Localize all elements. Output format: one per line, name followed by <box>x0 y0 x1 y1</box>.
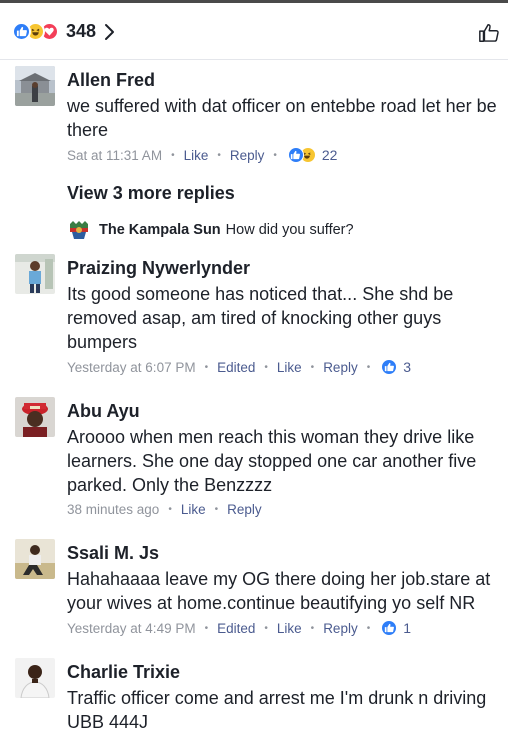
reaction-count: 1 <box>403 620 412 636</box>
edited-label[interactable]: Edited <box>217 621 255 636</box>
separator-dot: • <box>366 361 371 373</box>
comment-text: we suffered with dat officer on entebbe … <box>67 96 497 140</box>
reply-button[interactable]: Reply <box>227 502 262 517</box>
reactions-header: 348 <box>0 0 508 60</box>
avatar[interactable] <box>15 66 55 106</box>
comment-author[interactable]: Charlie Trixie <box>67 662 180 683</box>
reply-button[interactable]: Reply <box>230 148 265 163</box>
separator-dot: • <box>273 149 277 161</box>
reaction-count: 3 <box>403 359 412 375</box>
edited-label[interactable]: Edited <box>217 360 255 375</box>
separator-dot: • <box>310 361 315 373</box>
view-more-replies-link[interactable]: View 3 more replies <box>67 183 235 204</box>
separator-dot: • <box>366 622 371 634</box>
comment-text: Traffic officer come and arrest me I'm d… <box>67 688 487 732</box>
avatar[interactable] <box>15 539 55 579</box>
like-icon <box>12 22 31 41</box>
separator-dot: • <box>168 504 172 515</box>
comment-time[interactable]: 38 minutes ago <box>67 502 159 517</box>
chevron-right-icon[interactable] <box>104 23 116 41</box>
like-button[interactable]: Like <box>181 502 206 517</box>
comment-time[interactable]: Yesterday at 4:49 PM <box>67 621 196 636</box>
comment-author[interactable]: Abu Ayu <box>67 401 140 422</box>
like-button[interactable]: Like <box>184 148 209 163</box>
comment-author[interactable]: Allen Fred <box>67 70 155 91</box>
comment-time[interactable]: Yesterday at 6:07 PM <box>67 360 196 375</box>
reply-text: How did you suffer? <box>225 222 354 238</box>
comment-meta: 38 minutes ago • Like • Reply <box>67 502 262 517</box>
avatar[interactable] <box>15 658 55 698</box>
separator-dot: • <box>264 622 268 634</box>
like-button[interactable]: Like <box>277 621 302 636</box>
thumbs-up-outline-icon[interactable] <box>478 22 500 44</box>
reply-button[interactable]: Reply <box>323 360 358 375</box>
comment-meta: Yesterday at 4:49 PM • Edited • Like • R… <box>67 620 411 636</box>
comment-reactions[interactable]: 1 <box>381 620 411 636</box>
page-avatar <box>67 218 91 242</box>
avatar[interactable] <box>15 397 55 437</box>
top-edge <box>0 0 508 3</box>
comment-text: Aroooo when men reach this woman they dr… <box>67 427 477 495</box>
separator-dot: • <box>217 149 221 161</box>
comment-meta: Yesterday at 6:07 PM • Edited • Like • R… <box>67 359 411 375</box>
like-icon <box>381 620 398 636</box>
like-icon <box>287 147 304 163</box>
comment-time[interactable]: Sat at 11:31 AM <box>67 148 162 163</box>
separator-dot: • <box>214 504 219 515</box>
separator-dot: • <box>204 361 209 373</box>
comment-author[interactable]: Praizing Nywerlynder <box>67 258 250 279</box>
separator-dot: • <box>171 149 175 161</box>
like-icon <box>381 359 398 375</box>
comment-text: Hahahaaaa leave my OG there doing her jo… <box>67 569 491 613</box>
like-button[interactable]: Like <box>277 360 302 375</box>
avatar[interactable] <box>15 254 55 294</box>
separator-dot: • <box>310 622 315 634</box>
separator-dot: • <box>204 622 209 634</box>
reply-author[interactable]: The Kampala Sun <box>99 222 221 238</box>
comment-meta: Sat at 11:31 AM • Like • Reply • 22 <box>67 147 337 163</box>
reply-button[interactable]: Reply <box>323 621 358 636</box>
comment-reactions[interactable]: 3 <box>381 359 411 375</box>
comment-author[interactable]: Ssali M. Js <box>67 543 159 564</box>
reaction-count: 22 <box>321 147 338 163</box>
comment-text: Its good someone has noticed that... She… <box>67 284 454 352</box>
reaction-count[interactable]: 348 <box>66 21 96 42</box>
comment-reactions[interactable]: 22 <box>287 147 338 163</box>
separator-dot: • <box>264 361 268 373</box>
reply-preview[interactable]: The Kampala Sun How did you suffer? <box>67 218 354 242</box>
